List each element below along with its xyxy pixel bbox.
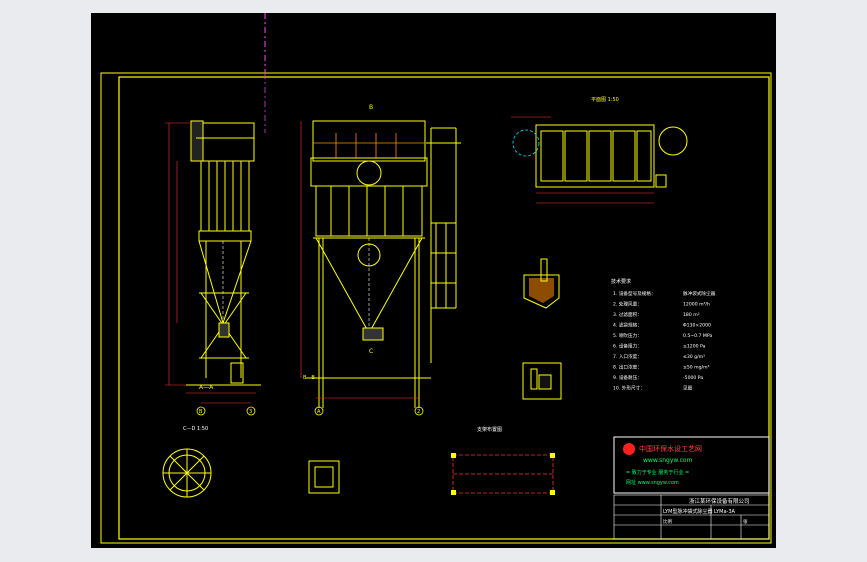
- top-mark: B: [369, 104, 373, 111]
- square-detail: [308, 460, 340, 494]
- side-dimensions: [165, 122, 256, 404]
- detail-section-1: [523, 258, 560, 309]
- note-label: 5. 喷吹压力：: [613, 332, 642, 339]
- plan-dimensions: [511, 116, 654, 204]
- logo-contact: 网址 www.sngyw.com: [626, 479, 679, 486]
- note-value: Φ130×2000: [683, 323, 711, 329]
- note-value: ≤30 g/m³: [683, 354, 705, 360]
- logo-title: 中国环保水设工艺网: [639, 444, 702, 453]
- view-c-label: C: [369, 348, 373, 355]
- detail-section-2: [522, 362, 562, 400]
- note-label: 1. 设备型号及规格：: [613, 290, 656, 297]
- grid-label-2: 2: [417, 409, 420, 415]
- hatch-plan-title: 支架布置图: [477, 426, 502, 433]
- cad-drawing: B 3 A—A A 2 B C B—B 平面图 1:50 技术要求 1. 设备型…: [100, 13, 772, 544]
- note-value: ≤50 mg/m³: [683, 365, 710, 371]
- logo-slogan: = 致力于专业 服务于行业 =: [626, 469, 689, 476]
- technical-notes: 1. 设备型号及规格： 脉冲袋式除尘器 2. 处理风量： 12000 m³/h 3. 过…: [613, 290, 716, 392]
- grid-label-b-left: B: [199, 409, 203, 415]
- note-label: 9. 设备耐压：: [613, 374, 642, 381]
- note-label: 10. 外形尺寸：: [613, 385, 645, 392]
- note-value: -5000 Pa: [683, 375, 703, 381]
- notes-title: 技术要求: [611, 278, 631, 285]
- note-label: 8. 出口浓度：: [613, 364, 642, 371]
- plan-view: [535, 124, 688, 194]
- note-value: 180 m²: [683, 312, 700, 318]
- note-value: 脉冲袋式除尘器: [683, 290, 716, 297]
- note-label: 6. 设备阻力：: [613, 343, 642, 350]
- grid-label-3: 3: [249, 409, 252, 415]
- logo-url: www.sngyw.com: [643, 457, 693, 464]
- side-elevation-view: [186, 120, 261, 386]
- company-name: 浙江某环保设备有限公司: [689, 497, 750, 505]
- note-value: 见图: [683, 386, 693, 392]
- note-value: 0.5~0.7 MPa: [683, 333, 712, 339]
- railing-details: [313, 133, 425, 158]
- note-label: 7. 入口浓度：: [613, 353, 642, 360]
- grid-label-a: A: [317, 409, 321, 415]
- drawing-number: LYMa-3A: [714, 509, 736, 515]
- logo-icon: [623, 443, 635, 455]
- support-layout-plan: [452, 454, 554, 494]
- note-value: ≤1200 Pa: [683, 344, 706, 350]
- detail-cd-title: C—D 1:50: [183, 426, 208, 432]
- note-label: 2. 处理风量：: [613, 301, 642, 308]
- note-label: 3. 过滤面积：: [613, 311, 642, 318]
- drawing-name: LYM型脉冲袋式除尘器: [663, 508, 713, 515]
- circle-detail: [162, 448, 212, 498]
- app-window: B 3 A—A A 2 B C B—B 平面图 1:50 技术要求 1. 设备型…: [0, 0, 867, 562]
- section-mark-b: B—B: [303, 375, 315, 381]
- note-label: 4. 滤袋规格：: [613, 322, 642, 329]
- sheet-label: 张: [743, 518, 748, 525]
- front-elevation-view: [306, 120, 461, 408]
- scale-label: 比例: [663, 518, 672, 525]
- section-mark-a: A—A: [199, 384, 214, 391]
- plan-inlet-circle: [512, 129, 540, 157]
- note-value: 12000 m³/h: [683, 302, 710, 308]
- cad-drawing-canvas[interactable]: B 3 A—A A 2 B C B—B 平面图 1:50 技术要求 1. 设备型…: [91, 13, 776, 548]
- plan-view-title: 平面图 1:50: [591, 97, 619, 103]
